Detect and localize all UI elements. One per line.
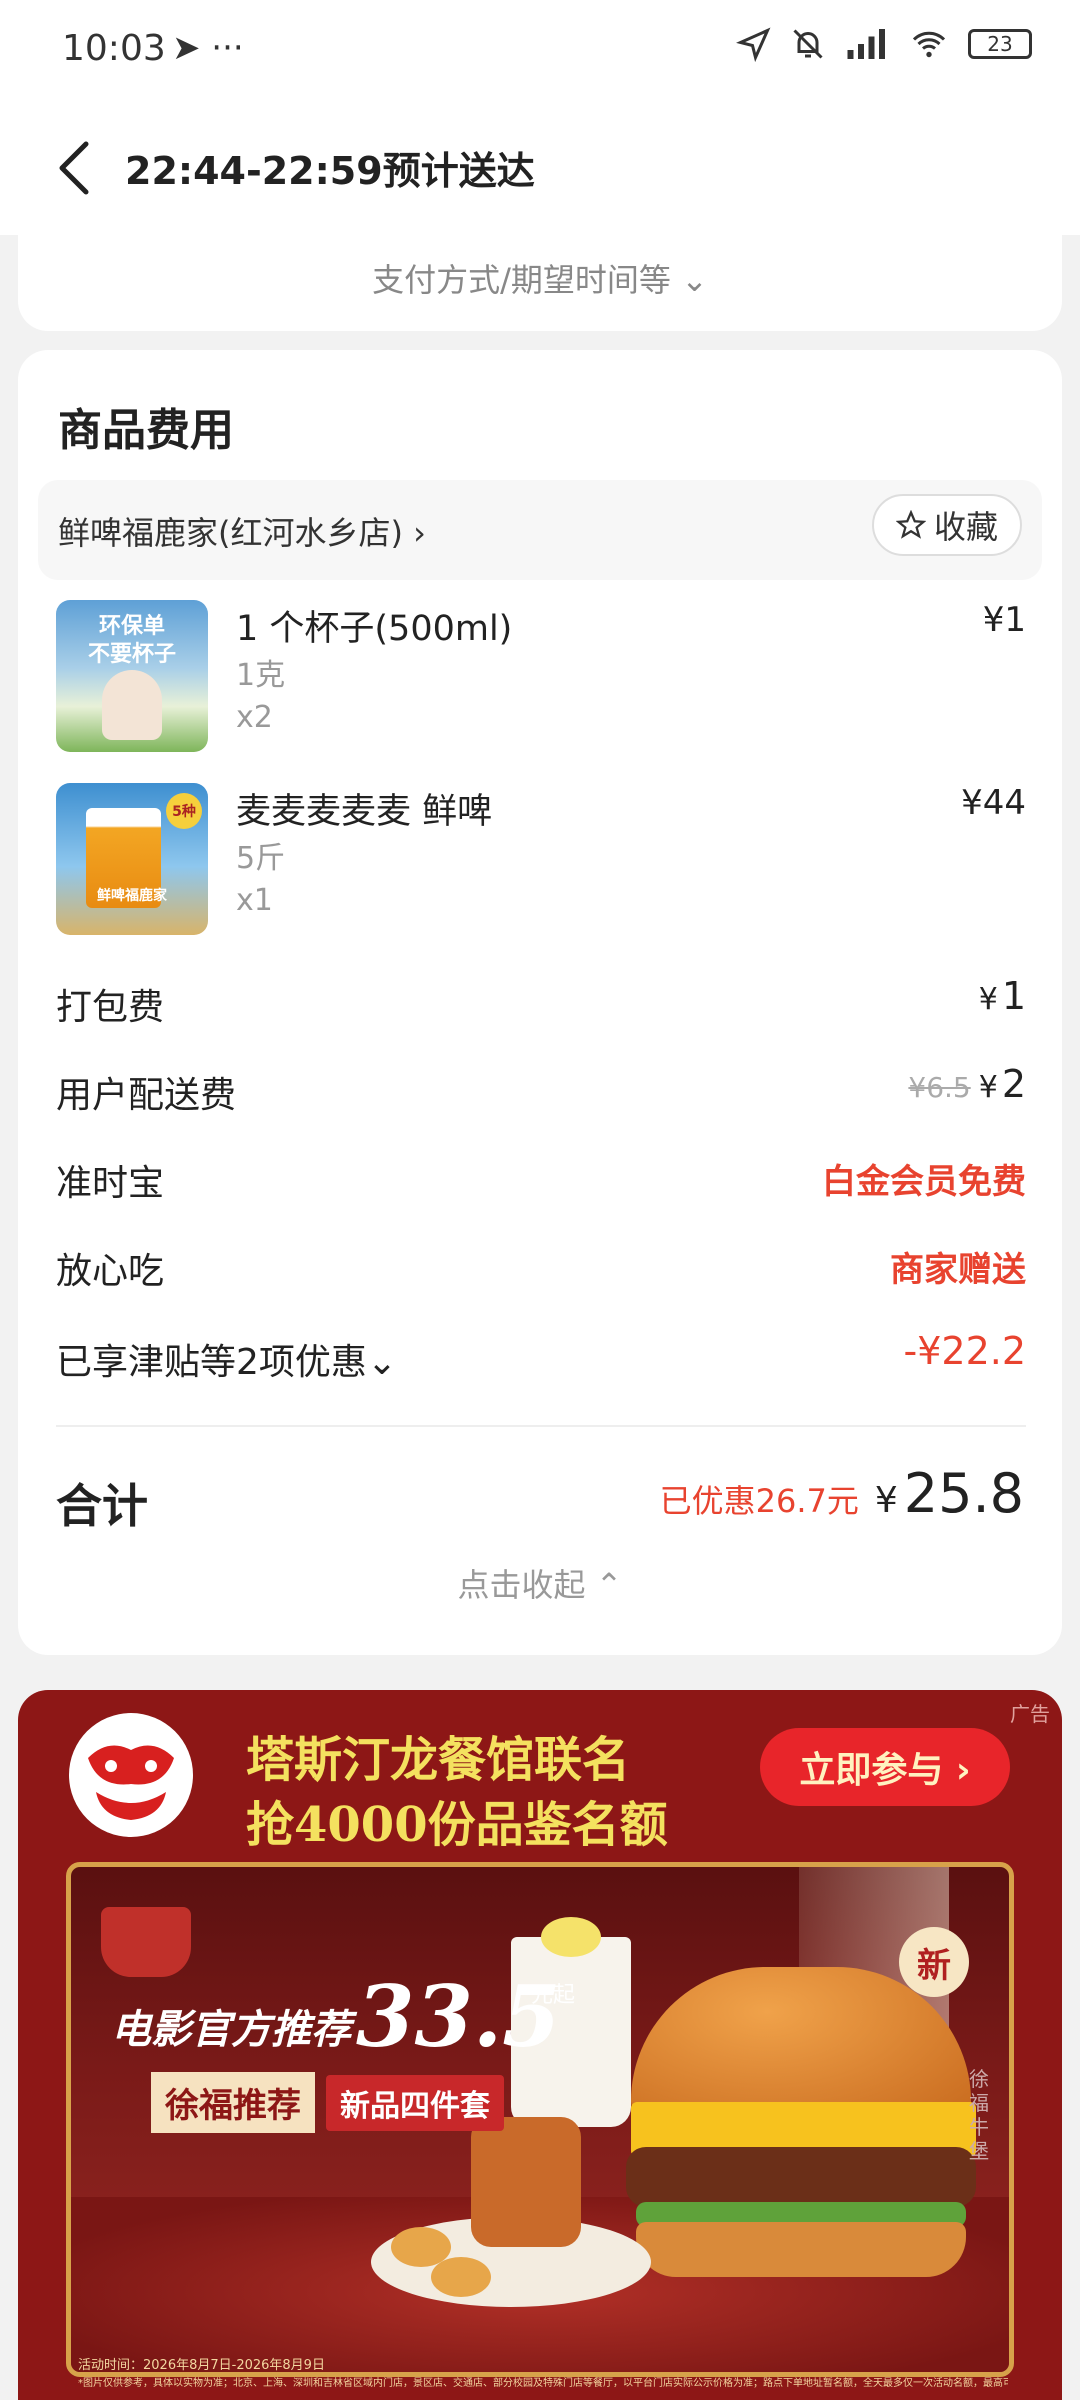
fee-value: 白金会员免费 [822,1162,1026,1202]
ad-side-text: 徐福牛堡 [969,2067,989,2163]
join-now-button[interactable]: 立即参与 › [760,1728,1010,1806]
star-icon [895,510,926,539]
mute-bell-icon [793,29,823,59]
list-item[interactable]: 5种 鲜啤福鹿家 麦麦麦麦麦 鲜啤 5斤 x1 ¥44 [56,783,1026,943]
wings-image [471,2117,581,2247]
fee-label: 放心吃 [56,1251,165,1292]
payment-card: 支付方式/期望时间等 ⌄ [18,235,1062,331]
fee-amount: 2 [1001,1062,1026,1106]
status-time: 10:03 [62,28,166,69]
ad-price-unit: 元起 [531,1983,576,2008]
collapse-toggle[interactable]: 点击收起 ⌃ [18,1560,1062,1606]
bottom-bun-image [636,2222,966,2277]
fee-label: 用户配送费 [56,1075,237,1116]
location-icon [736,27,771,62]
battery-icon: 23 [968,29,1032,59]
fee-row-safe: 放心吃 商家赠送 [56,1234,1026,1294]
fee-label: 准时宝 [56,1163,165,1204]
ad-subheadline: 抢4000份品鉴名额 [246,1797,668,1853]
wifi-icon [912,31,946,58]
new-badge: 新 [899,1927,969,1997]
fee-value: 商家赠送 [890,1250,1026,1290]
ad-tag-recommend: 徐福推荐 [151,2072,315,2133]
fee-value: ¥1 [979,974,1026,1018]
shop-bar: 鲜啤福鹿家(红河水乡店) › 收藏 [38,480,1042,580]
list-item[interactable]: 环保单 不要杯子 1 个杯子(500ml) 1克 x2 ¥1 [56,600,1026,760]
fee-row-ontime: 准时宝 白金会员免费 [56,1146,1026,1206]
favorite-button[interactable]: 收藏 [871,494,1022,556]
discount-toggle[interactable]: 已享津贴等2项优惠⌄ [56,1333,397,1385]
original-price: ¥6.5 [908,1071,971,1104]
item-spec: 1克 [236,658,286,693]
signal-icon [847,29,885,59]
ad-label: 广告 [1010,1702,1050,1726]
total-summary: 已优惠26.7元 ¥25.8 [660,1462,1024,1525]
payment-expand-toggle[interactable]: 支付方式/期望时间等 ⌄ [18,255,1062,301]
product-thumbnail: 环保单 不要杯子 [56,600,208,752]
ad-banner[interactable]: 广告 塔斯汀龙餐馆联名 抢4000份品鉴名额 立即参与 › 电影官方推荐 33.… [18,1690,1062,2400]
section-title: 商品费用 [58,405,234,456]
ad-headline: 塔斯汀龙餐馆联名 [246,1732,631,1788]
fee-label: 打包费 [56,987,165,1028]
back-arrow-icon[interactable] [50,138,100,198]
deer-mascot-image [102,670,162,740]
saved-amount: 已优惠26.7元 [659,1482,859,1520]
fee-row-packing: 打包费 ¥1 [56,970,1026,1030]
yen-symbol: ¥ [874,1480,898,1521]
item-spec: 5斤 [236,841,286,876]
discount-amount: -¥22.2 [903,1329,1027,1373]
ad-price: 33.5 [356,1967,561,2066]
nugget-image [431,2257,491,2297]
ad-tag-set: 新品四件套 [326,2075,504,2131]
total-value: 25.8 [903,1462,1024,1525]
item-name: 麦麦麦麦麦 鲜啤 [236,792,493,832]
fee-row-delivery: 用户配送费 ¥6.5 ¥2 [56,1058,1026,1118]
yen-symbol: ¥ [978,982,998,1017]
status-bar: 10:03 ➤ ··· 23 [0,0,1080,100]
nav-header: 22:44-22:59预计送达 [0,100,1080,235]
item-name: 1 个杯子(500ml) [236,609,513,649]
patty-image [626,2147,976,2207]
thumb-text: 鲜啤福鹿家 [97,888,167,904]
shop-name-link[interactable]: 鲜啤福鹿家(红河水乡店) › [58,508,426,554]
fee-amount: 1 [1001,974,1026,1018]
lemon-image [541,1917,601,1957]
lamp-image [101,1907,191,1977]
item-price: ¥44 [961,783,1026,823]
ad-food-image: 电影官方推荐 33.5 元起 徐福推荐 新品四件套 新 徐福牛堡 [66,1862,1014,2377]
thumb-text: 不要杯子 [87,642,176,667]
thumb-badge: 5种 [166,793,202,829]
ad-fine-print: *图片仅供参考，具体以实物为准；北京、上海、深圳和吉林省区域内门店，景区店、交通… [78,2378,1008,2389]
brand-logo-icon [69,1713,193,1837]
product-thumbnail: 5种 鲜啤福鹿家 [56,783,208,935]
fee-row-discount[interactable]: 已享津贴等2项优惠⌄ -¥22.2 [56,1325,1026,1385]
yen-symbol: ¥ [978,1070,998,1105]
fee-value: ¥6.5 ¥2 [908,1062,1026,1106]
total-label: 合计 [56,1479,148,1533]
item-price: ¥1 [982,600,1026,640]
total-amount: ¥25.8 [875,1462,1024,1525]
ad-date-text: 活动时间：2026年8月7日-2026年8月9日 [78,2358,325,2373]
favorite-label: 收藏 [933,508,998,546]
item-quantity: x2 [236,700,273,735]
status-right-icons: 23 [736,26,1032,62]
ad-recommend-text: 电影官方推荐 [111,2006,351,2053]
item-quantity: x1 [236,883,273,918]
page-title: 22:44-22:59预计送达 [125,149,535,193]
divider [56,1425,1026,1427]
status-notification-icons: ➤ ··· [172,28,244,68]
goods-fee-card: 商品费用 鲜啤福鹿家(红河水乡店) › 收藏 环保单 不要杯子 1 个杯子(50… [18,350,1062,1655]
